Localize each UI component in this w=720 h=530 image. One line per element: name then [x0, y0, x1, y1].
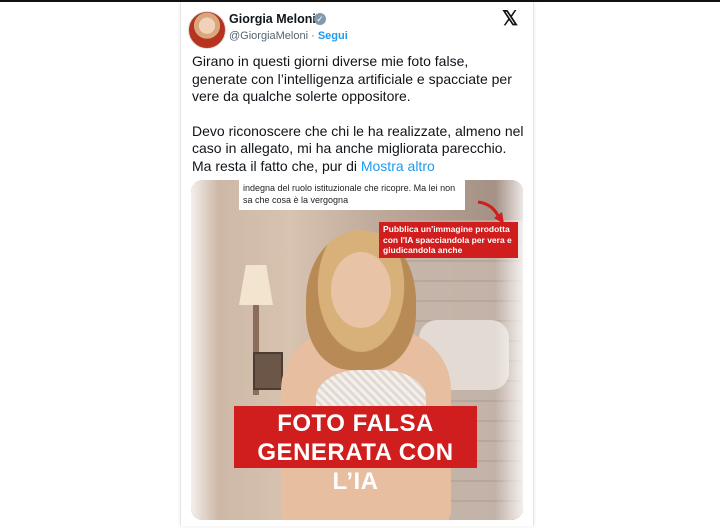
- tweet-image[interactable]: indegna del ruolo istituzionale che rico…: [191, 180, 523, 520]
- tweet-text: Girano in questi giorni diverse mie foto…: [192, 53, 527, 192]
- tweet-paragraph-2: Devo riconoscere che chi le ha realizzat…: [192, 123, 527, 176]
- image-quote-text: indegna del ruolo istituzionale che rico…: [239, 180, 465, 210]
- x-logo-icon[interactable]: 𝕏: [502, 6, 518, 31]
- image-edge-fade-left: [191, 180, 219, 520]
- tweet-card: Giorgia Meloni ✓ @GiorgiaMeloni · Segui …: [180, 2, 534, 526]
- banner-line-2: GENERATA CON L’IA: [257, 439, 454, 495]
- author-name[interactable]: Giorgia Meloni: [229, 12, 316, 26]
- image-callout: Pubblica un'immagine prodotta con l'IA s…: [379, 222, 518, 258]
- banner-line-1: FOTO FALSA: [277, 410, 434, 437]
- show-more-link[interactable]: Mostra altro: [361, 158, 435, 174]
- separator-dot: ·: [311, 30, 315, 42]
- avatar[interactable]: [188, 11, 226, 49]
- tweet-paragraph-2-text: Devo riconoscere che chi le ha realizzat…: [192, 122, 524, 174]
- verified-badge-icon: ✓: [314, 13, 326, 25]
- author-handle[interactable]: @GiorgiaMeloni: [229, 30, 308, 42]
- author-handle-row: @GiorgiaMeloni · Segui: [229, 30, 348, 42]
- follow-button[interactable]: Segui: [318, 30, 348, 42]
- fake-photo-banner: FOTO FALSA GENERATA CON L’IA: [234, 406, 477, 495]
- image-figure-face: [331, 252, 391, 328]
- image-photo-frame: [253, 352, 283, 390]
- tweet-paragraph-1: Girano in questi giorni diverse mie foto…: [192, 53, 512, 104]
